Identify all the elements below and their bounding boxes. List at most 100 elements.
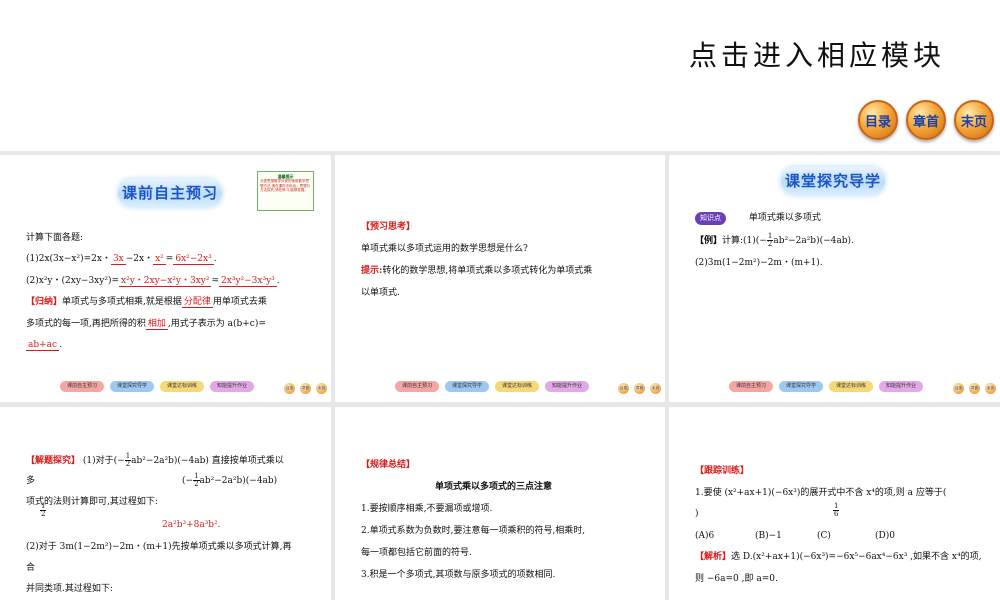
solution-line-2: 多 <box>26 476 36 486</box>
answer-blank: 2x³y²−3x³y³ <box>219 276 277 287</box>
example-tag: 【例】 <box>695 236 723 246</box>
tip-note-box: 温馨提示 分类思想数学分类的常用数学思想方法,请在课件中标出。思想与方法探究,请… <box>257 171 314 211</box>
text: (1)对于(− <box>82 456 125 466</box>
mini-last-button[interactable]: 末页 <box>985 383 996 394</box>
slide-preview-2[interactable]: 【预习思考】 单项式乘以多项式运用的数学思想是什么? 提示:转化的数学思想,将单… <box>335 155 665 402</box>
fraction: 12 <box>40 503 47 518</box>
rule-item-3: 3.积是一个多项式,其项数与原多项式的项数相同. <box>361 570 556 580</box>
text: 【预习思考】 <box>361 222 416 232</box>
practice-question: 1.要使 (x²+ax+1)(−6x³)的展开式中不含 x⁴的项,则 a 应等于… <box>695 488 947 498</box>
text: ab²−2a²b)(−4ab) <box>199 476 278 486</box>
text: −2x・ <box>125 254 154 264</box>
exercise-line-2: (2)x²y・(2xy−3xy²)= x²y・2xy−x²y・3xy² = 2x³y²… <box>26 275 280 289</box>
example-line-1: 【例】计算:(1)(− 1 2 ab²−2a²b)(−4ab). <box>695 233 854 249</box>
tab-explore[interactable]: 课堂探究导学 <box>779 380 824 392</box>
module-tabs: 课前自主预习 课堂探究导学 课堂达标训练 知能提升作业 <box>395 380 590 392</box>
rule-item-1: 1.要按顺序相乘,不要漏项或增项. <box>361 504 493 514</box>
hint-tag: 提示: <box>361 266 383 276</box>
rule-tag: 【规律总结】 <box>361 459 415 473</box>
answer-blank: 分配律 <box>181 297 213 308</box>
tab-explore[interactable]: 课堂探究导学 <box>110 380 155 392</box>
tab-preview[interactable]: 课前自主预习 <box>729 380 774 392</box>
option-a: (A)6 <box>695 531 715 541</box>
summary-line-2: 多项式的每一项,再把所得的积 相加 ,用式子表示为 a(b+c)= <box>26 318 266 332</box>
text: . <box>276 276 280 286</box>
analysis-line-1: 【解析】选 D.(x²+ax+1)(−6x³)=−6x⁵−6ax⁴−6x³ ,如… <box>695 551 981 565</box>
nav-contents-button[interactable]: 目录 <box>858 100 898 140</box>
text: ab²−2a²b)(−4ab) 直接按单项式乘以 <box>131 456 284 466</box>
rule-item-2-cont: 每一项都包括它前面的符号. <box>361 548 472 558</box>
text: 单项式与多项式相乘,就是根据 <box>62 297 182 307</box>
answer-blank: x²y・2xy−x²y・3xy² <box>119 276 212 287</box>
mini-chapter-button[interactable]: 章首 <box>969 383 980 394</box>
text: 【规律总结】 <box>361 460 416 470</box>
text: ab²−2a²b)(−4ab). <box>773 236 854 246</box>
solution-line-4: (2)对于 3m(1−2m²)−2m・(m+1)先按单项式乘以多项式计算,再 <box>26 542 292 552</box>
answer-blank: 6x²−2x³ <box>173 254 214 265</box>
tab-preview[interactable]: 课前自主预习 <box>60 380 105 392</box>
hint-line-1: 提示:转化的数学思想,将单项式乘以多项式转化为单项式乘 <box>361 265 592 279</box>
tab-homework[interactable]: 知能提升作业 <box>210 380 255 392</box>
slide-preview-3[interactable]: 课堂探究导学 知识点 单项式乘以多项式 【例】计算:(1)(− 1 2 ab²−2a²… <box>669 155 1000 402</box>
mini-last-button[interactable]: 末页 <box>650 383 661 394</box>
mini-contents-button[interactable]: 目录 <box>618 383 629 394</box>
fraction: 16 <box>833 503 840 518</box>
think-tag: 【预习思考】 <box>361 221 415 235</box>
denominator: 2 <box>41 510 46 518</box>
analysis-tag: 【解析】 <box>695 552 732 562</box>
mini-contents-button[interactable]: 目录 <box>284 383 295 394</box>
option-b: (B)−1 <box>755 531 782 541</box>
tab-practice[interactable]: 课堂达标训练 <box>495 380 540 392</box>
rule-item-2: 2.单项式系数为负数时,要注意每一项乘积的符号,相乘时, <box>361 526 586 536</box>
solution-answer: 2a²b³+8a³b². <box>162 520 221 530</box>
tab-preview[interactable]: 课前自主预习 <box>395 380 440 392</box>
question-text: 单项式乘以多项式运用的数学思想是什么? <box>361 244 528 254</box>
text: 转化的数学思想,将单项式乘以多项式转化为单项式乘 <box>382 266 593 276</box>
tab-explore[interactable]: 课堂探究导学 <box>445 380 490 392</box>
module-tabs: 课前自主预习 课堂探究导学 课堂达标训练 知能提升作业 <box>729 380 924 392</box>
tab-homework[interactable]: 知能提升作业 <box>879 380 924 392</box>
summary-tag: 【归纳】 <box>26 297 63 307</box>
hint-line-2: 以单项式. <box>361 288 400 298</box>
text: . <box>213 254 217 264</box>
mini-chapter-button[interactable]: 章首 <box>634 383 645 394</box>
answer-blank: x² <box>153 254 166 265</box>
slide-preview-5[interactable]: 【规律总结】 单项式乘以多项式的三点注意 1.要按顺序相乘,不要漏项或增项. 2… <box>335 407 665 600</box>
slide-preview-6[interactable]: 【跟踪训练】 1.要使 (x²+ax+1)(−6x³)的展开式中不含 x⁴的项,… <box>669 407 1000 600</box>
summary-line-3: ab+ac. <box>26 339 62 353</box>
mini-contents-button[interactable]: 目录 <box>953 383 964 394</box>
text: (1)2x(3x−x²)=2x・ <box>26 254 111 264</box>
mini-last-button[interactable]: 末页 <box>316 383 327 394</box>
text: 用单项式去乘 <box>212 297 267 307</box>
solution-formula: (− 1 2 ab²−2a²b)(−4ab) <box>182 473 277 489</box>
analysis-line-2: 则 −6a=0 ,即 a=0. <box>695 574 778 584</box>
practice-question-end: ) <box>695 509 699 519</box>
answer-blank: 3x <box>110 254 126 265</box>
section-banner: 课前自主预习 <box>118 179 222 207</box>
text: (2)x²y・(2xy−3xy²)= <box>26 276 120 286</box>
practice-tag: 【跟踪训练】 <box>695 465 749 479</box>
section-banner: 课堂探究导学 <box>781 167 885 195</box>
option-c-fraction: 16 <box>833 503 840 519</box>
overlapping-fraction: 12 <box>40 503 47 519</box>
answer-blank: 相加 <box>145 319 168 330</box>
tab-practice[interactable]: 课堂达标训练 <box>829 380 874 392</box>
module-tabs: 课前自主预习 课堂探究导学 课堂达标训练 知能提升作业 <box>60 380 255 392</box>
option-d: (D)0 <box>875 531 895 541</box>
tip-note-text: 分类思想数学分类的常用数学思想方法,请在课件中标出。思想与方法探究,请在练习,能… <box>260 179 311 193</box>
knowledge-point-title: 单项式乘以多项式 <box>748 213 821 223</box>
text: ,用式子表示为 a(b+c)= <box>167 319 266 329</box>
page-title: 点击进入相应模块 <box>688 39 945 72</box>
rule-title: 单项式乘以多项式的三点注意 <box>435 482 553 492</box>
answer-blank: ab+ac <box>26 340 60 351</box>
tab-practice[interactable]: 课堂达标训练 <box>160 380 205 392</box>
text: 计算:(1)(− <box>722 236 767 246</box>
nav-last-page-button[interactable]: 末页 <box>954 100 994 140</box>
denominator: 6 <box>834 510 839 518</box>
slide-preview-1[interactable]: 课前自主预习 温馨提示 分类思想数学分类的常用数学思想方法,请在课件中标出。思想… <box>0 155 331 402</box>
mini-chapter-button[interactable]: 章首 <box>300 383 311 394</box>
slide-preview-4[interactable]: 【解题探究】 (1)对于(− 1 2 ab²−2a²b)(−4ab) 直接按单项式乘以… <box>0 407 331 600</box>
nav-chapter-start-button[interactable]: 章首 <box>906 100 946 140</box>
tab-homework[interactable]: 知能提升作业 <box>545 380 590 392</box>
option-c: (C) <box>817 531 831 541</box>
